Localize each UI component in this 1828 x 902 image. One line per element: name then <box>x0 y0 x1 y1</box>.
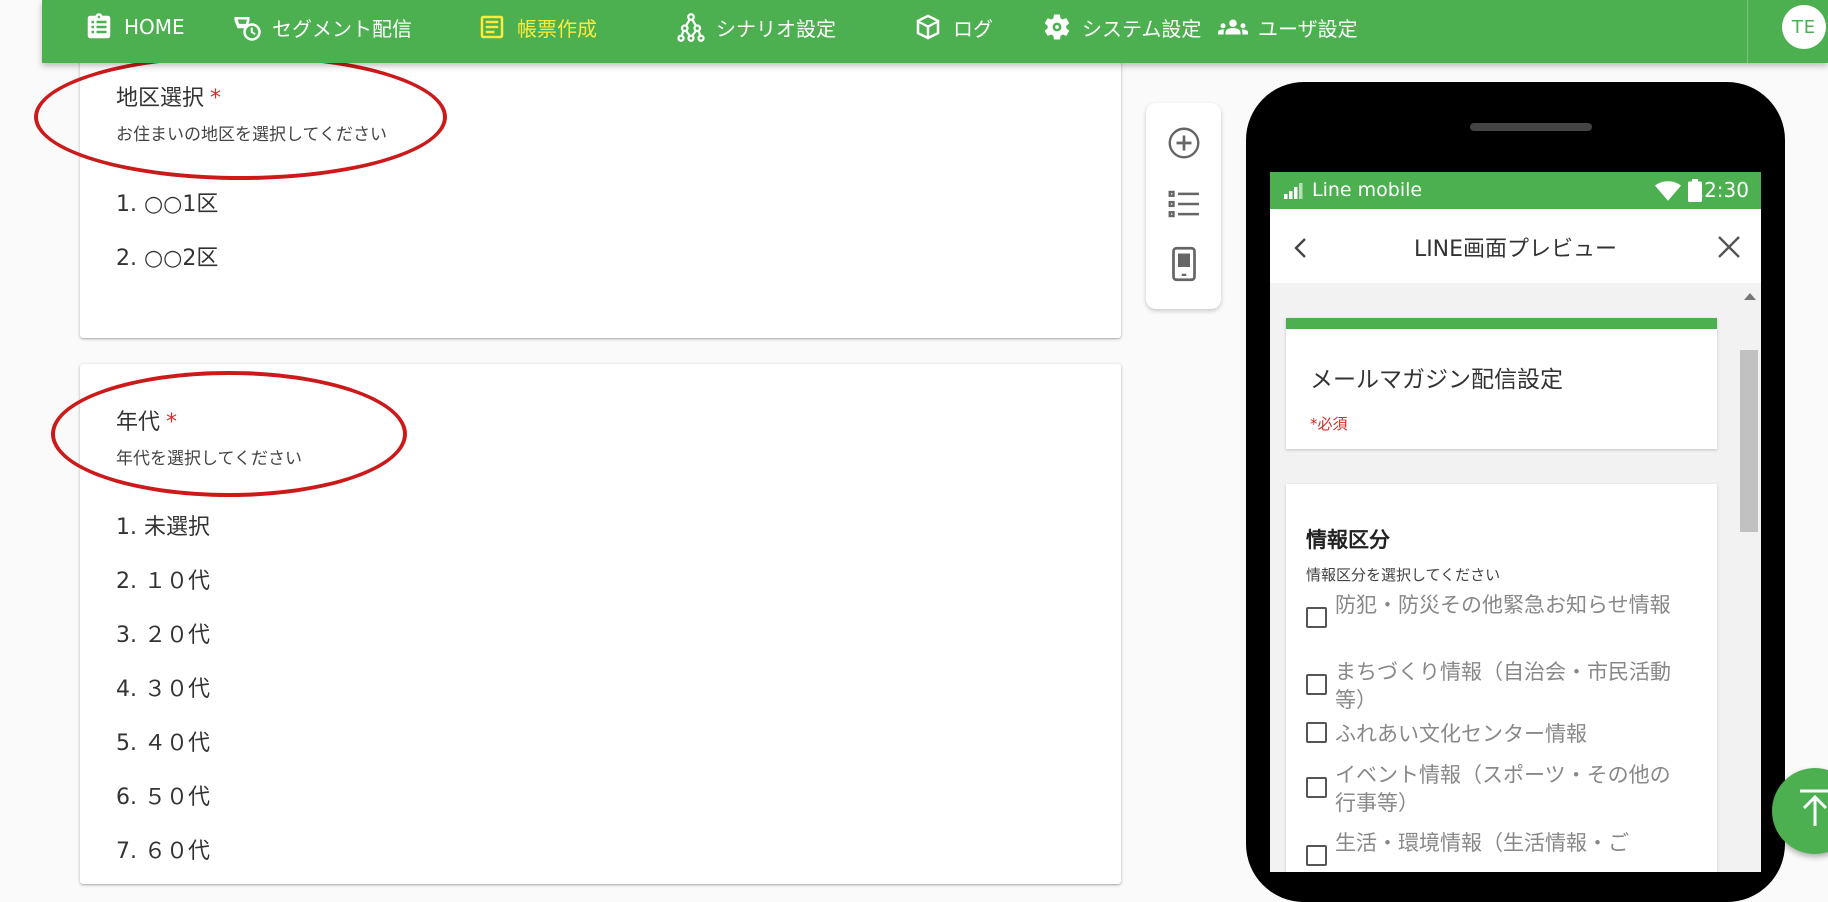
scrollbar-thumb[interactable] <box>1740 350 1758 532</box>
user-avatar[interactable]: TE <box>1782 5 1826 49</box>
question-title-text: 年代 <box>116 410 161 435</box>
nav-home-label: HOME <box>124 15 185 39</box>
required-asterisk: * <box>210 86 222 111</box>
option-item: 3. ２０代 <box>116 623 210 648</box>
close-icon[interactable] <box>1715 233 1743 261</box>
list-icon <box>1168 190 1199 218</box>
nav-divider <box>1747 0 1748 63</box>
checkbox-label: ふれあい文化センター情報 <box>1335 722 1587 746</box>
preview-checkbox-option[interactable]: まちづくり情報（自治会・市民活動等） <box>1306 658 1706 714</box>
preview-checkbox-option[interactable]: ふれあい文化センター情報 <box>1306 720 1706 748</box>
cube-icon <box>916 14 940 40</box>
nav-forms-label: 帳票作成 <box>517 16 597 41</box>
checkbox[interactable] <box>1306 674 1327 695</box>
preview-checkbox-option[interactable]: 防犯・防災その他緊急お知らせ情報 <box>1306 591 1706 628</box>
preview-section-description: 情報区分を選択してください <box>1306 566 1501 584</box>
status-bar: Line mobile 12:30 <box>1270 172 1761 209</box>
tree-nodes-icon <box>677 13 705 42</box>
checkbox[interactable] <box>1306 777 1327 798</box>
nav-segment-label: セグメント配信 <box>272 16 412 41</box>
option-item: 2. ○○2区 <box>116 246 219 271</box>
card-accent-bar <box>1286 318 1717 329</box>
question-card-age[interactable]: 年代 * 年代を選択してください 1. 未選択 2. １０代 3. ２０代 4. … <box>80 364 1121 884</box>
carrier-name: Line mobile <box>1312 179 1423 201</box>
scroll-up-arrow-icon[interactable] <box>1744 293 1756 300</box>
preview-question-card: 情報区分 情報区分を選択してください 防犯・防災その他緊急お知らせ情報 まちづく… <box>1286 484 1717 872</box>
checkbox-label: 生活・環境情報（生活情報・ご <box>1335 831 1629 855</box>
add-question-button[interactable] <box>1166 125 1202 161</box>
phone-speaker <box>1470 123 1592 131</box>
question-card-district[interactable]: 地区選択 * お住まいの地区を選択してください 1. ○○1区 2. ○○2区 <box>80 50 1121 338</box>
clipboard-list-icon <box>87 13 111 39</box>
document-icon <box>480 15 504 39</box>
option-item: 1. ○○1区 <box>116 192 219 217</box>
question-description: 年代を選択してください <box>116 449 302 469</box>
arrow-up-to-top-icon <box>1800 789 1828 826</box>
question-list-button[interactable] <box>1166 186 1202 222</box>
phone-screen: Line mobile 12:30 LINE画面プレビュー メールマガジン配信設… <box>1270 172 1761 872</box>
option-item: 1. 未選択 <box>116 515 210 540</box>
top-navigation-bar: HOME セグメント配信 帳票作成 シナリオ設定 ログ システム設定 ユーザ設定… <box>42 0 1828 63</box>
checkbox-label: まちづくり情報（自治会・市民活動等） <box>1335 660 1671 712</box>
signal-icon <box>1284 183 1303 199</box>
phone-preview-button[interactable] <box>1166 246 1202 282</box>
preview-header-title: LINE画面プレビュー <box>1413 237 1618 262</box>
option-item: 5. ４０代 <box>116 731 210 756</box>
nav-users-label: ユーザ設定 <box>1258 16 1358 41</box>
wifi-icon <box>1655 181 1681 201</box>
status-time: 12:30 <box>1691 178 1749 202</box>
preview-form-title: メールマガジン配信設定 <box>1310 367 1563 393</box>
nav-home[interactable]: HOME <box>84 0 185 54</box>
preview-checkbox-option[interactable]: 生活・環境情報（生活情報・ご <box>1306 829 1706 866</box>
users-group-icon <box>1218 19 1248 35</box>
preview-form-header-card: メールマガジン配信設定 *必須 <box>1286 318 1717 449</box>
preview-header: LINE画面プレビュー <box>1270 209 1761 283</box>
truck-clock-icon <box>234 17 261 41</box>
checkbox[interactable] <box>1306 722 1327 743</box>
checkbox[interactable] <box>1306 607 1327 628</box>
nav-forms[interactable]: 帳票作成 <box>477 0 597 54</box>
nav-log-label: ログ <box>953 16 993 41</box>
option-item: 4. ３０代 <box>116 677 210 702</box>
option-item: 2. １０代 <box>116 569 210 594</box>
checkbox-label: 防犯・防災その他緊急お知らせ情報 <box>1335 593 1671 617</box>
nav-log[interactable]: ログ <box>913 0 993 54</box>
question-title-text: 地区選択 <box>116 86 205 111</box>
nav-system-label: システム設定 <box>1082 16 1202 41</box>
add-circle-icon <box>1168 127 1200 159</box>
preview-checkbox-option[interactable]: イベント情報（スポーツ・その他の行事等） <box>1306 761 1706 817</box>
nav-segment[interactable]: セグメント配信 <box>232 0 412 54</box>
nav-system[interactable]: システム設定 <box>1042 0 1201 54</box>
checkbox-label: イベント情報（スポーツ・その他の行事等） <box>1335 763 1671 815</box>
preview-section-title: 情報区分 <box>1306 528 1390 552</box>
checkbox[interactable] <box>1306 845 1327 866</box>
option-item: 7. ６０代 <box>116 839 210 864</box>
form-toolbox <box>1146 103 1221 309</box>
nav-scenario-label: シナリオ設定 <box>716 16 836 41</box>
nav-scenario[interactable]: シナリオ設定 <box>676 0 836 54</box>
question-title: 年代 * <box>116 404 177 436</box>
nav-users[interactable]: ユーザ設定 <box>1218 0 1358 54</box>
phone-preview-icon <box>1172 246 1196 282</box>
required-asterisk: * <box>166 410 178 435</box>
required-note: *必須 <box>1310 415 1348 433</box>
question-description: お住まいの地区を選択してください <box>116 125 387 145</box>
question-title: 地区選択 * <box>116 80 221 112</box>
option-item: 6. ５０代 <box>116 785 210 810</box>
gear-icon <box>1044 14 1070 40</box>
